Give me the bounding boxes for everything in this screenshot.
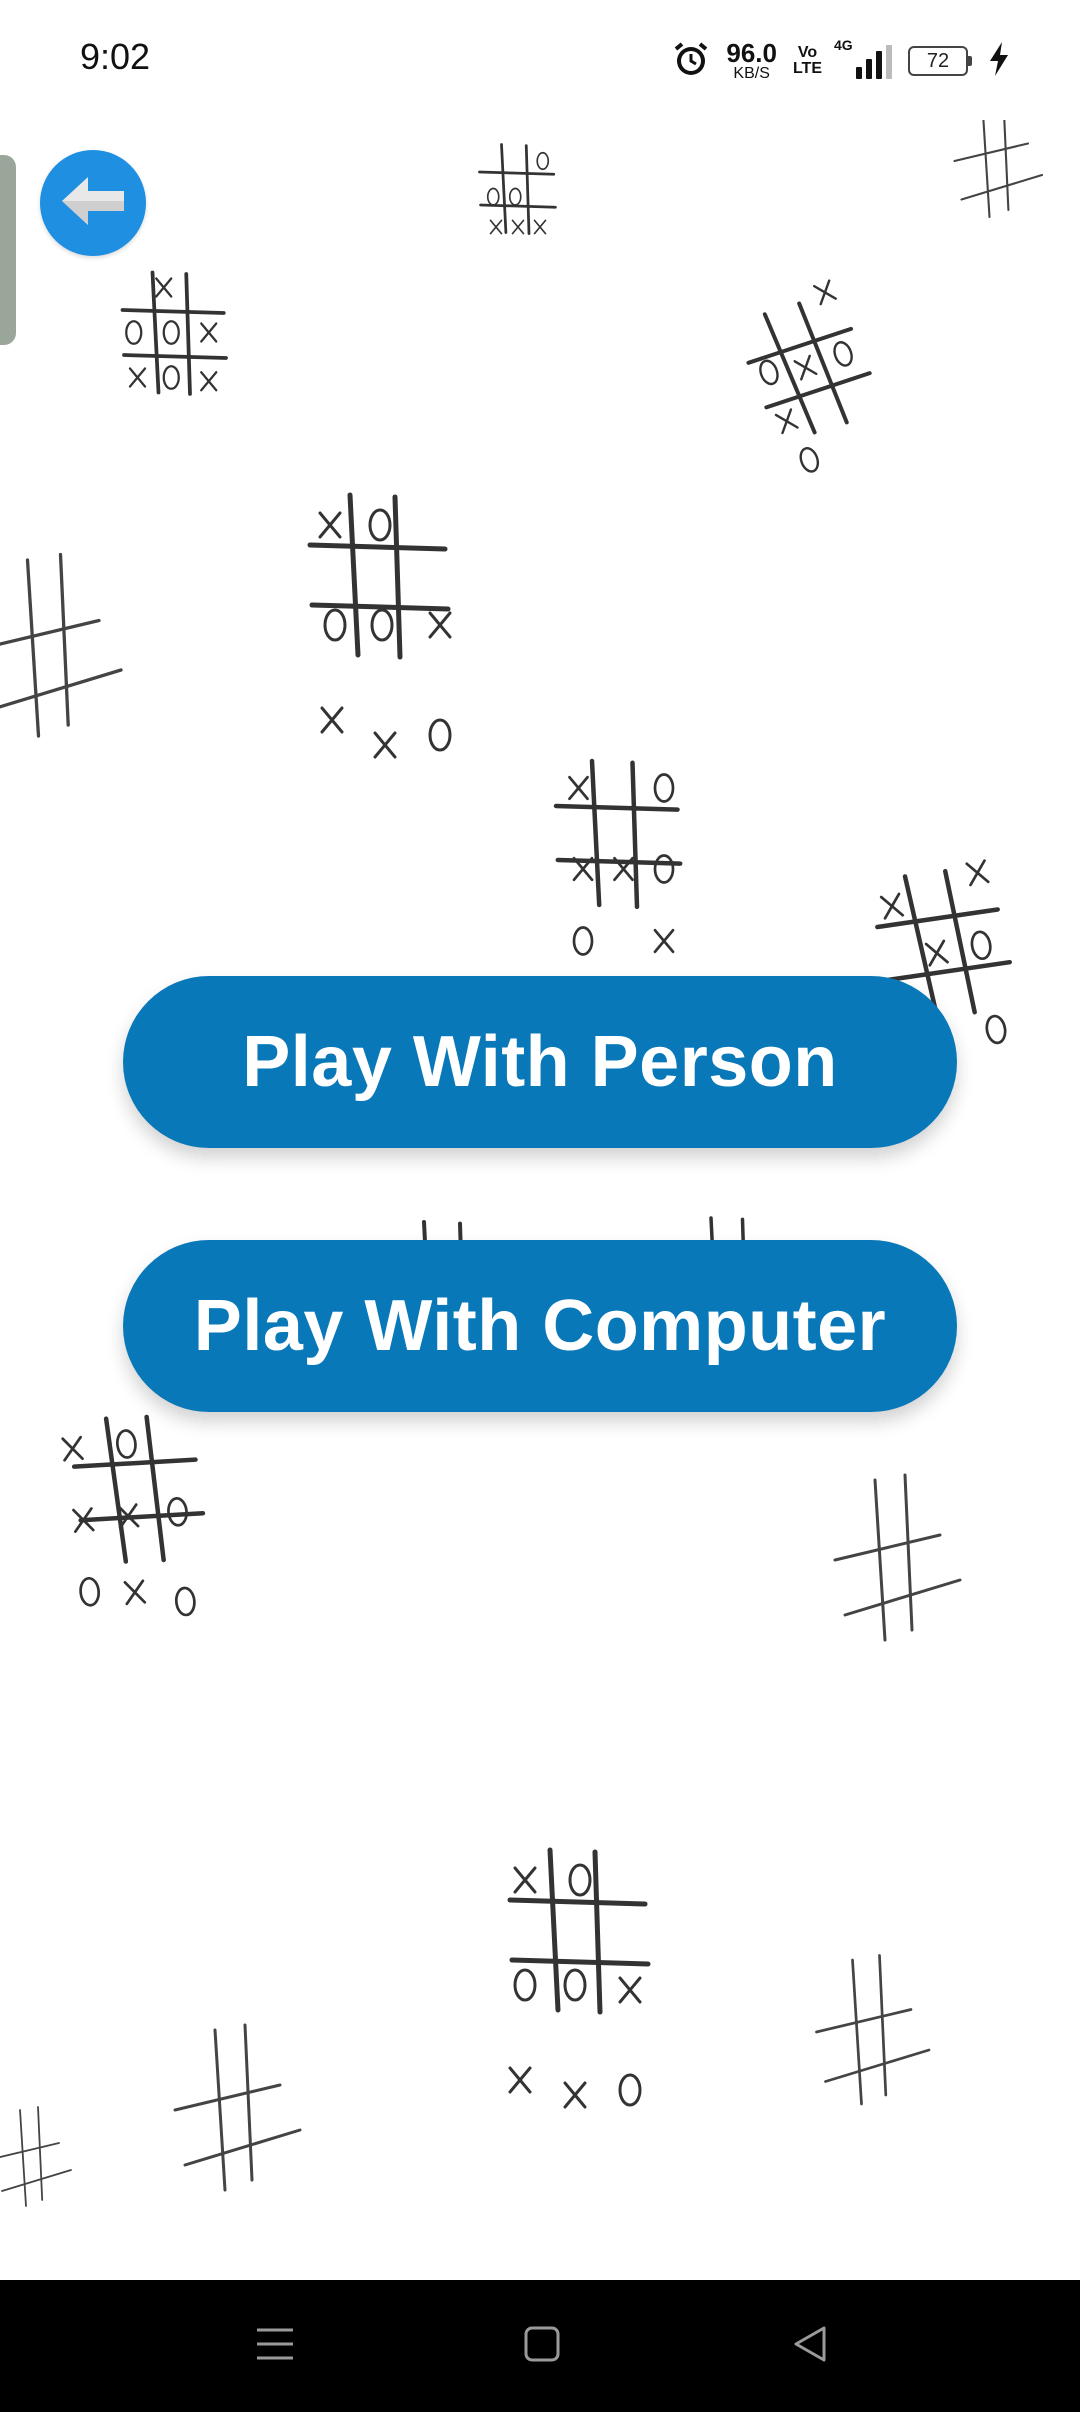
- nav-home-button[interactable]: [502, 2306, 582, 2386]
- doodle-board: [478, 143, 557, 235]
- signal-icon: 4G: [834, 37, 892, 79]
- arrow-left-icon: [58, 173, 128, 234]
- nav-menu-button[interactable]: [235, 2306, 315, 2386]
- net-speed-unit: KB/S: [733, 65, 770, 82]
- net-speed: 96.0 KB/S: [726, 40, 777, 82]
- volte-indicator: Vo LTE: [793, 45, 822, 77]
- back-button[interactable]: [40, 150, 146, 256]
- nav-back-button[interactable]: [770, 2306, 850, 2386]
- charging-icon: [988, 41, 1010, 81]
- status-time: 9:02: [80, 36, 151, 77]
- play-with-person-button[interactable]: Play With Person: [123, 976, 957, 1148]
- play-with-computer-button[interactable]: Play With Computer: [123, 1240, 957, 1412]
- navigation-bar: [0, 2280, 1080, 2412]
- status-icons: 96.0 KB/S Vo LTE 4G 72: [672, 36, 1010, 86]
- menu-icon: [253, 2324, 297, 2369]
- net-speed-value: 96.0: [726, 38, 777, 68]
- background-doodles: [0, 100, 1044, 2207]
- battery-level: 72: [926, 49, 950, 72]
- volte-bottom: LTE: [792, 60, 822, 77]
- status-bar: 9:02 96.0 KB/S Vo LTE 4G 72: [0, 0, 1080, 120]
- back-triangle-icon: [790, 2324, 830, 2369]
- network-type: 4G: [834, 37, 853, 53]
- home-icon: [522, 2324, 562, 2369]
- volte-top: Vo: [797, 44, 818, 61]
- edge-panel-handle[interactable]: [0, 155, 16, 345]
- alarm-icon: [672, 40, 710, 83]
- battery-icon: 72: [908, 46, 972, 76]
